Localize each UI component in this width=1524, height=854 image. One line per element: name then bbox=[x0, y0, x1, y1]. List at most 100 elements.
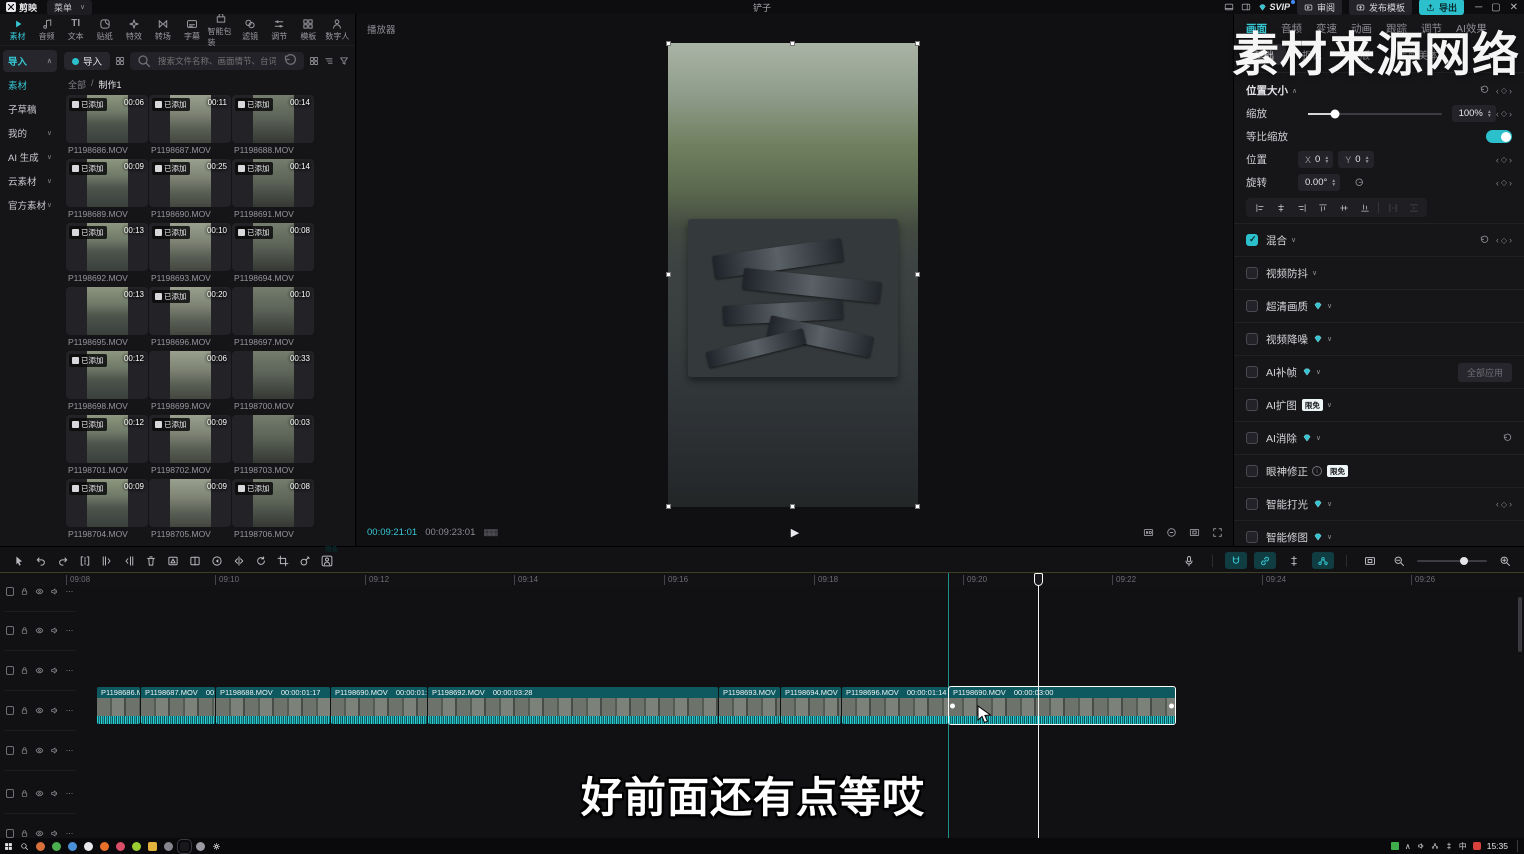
align-left-icon[interactable] bbox=[1250, 200, 1269, 215]
timeline-clip[interactable]: P1198690.MOV 00:00:01:09 bbox=[331, 687, 427, 724]
keyframe-controls[interactable]: ‹◇› bbox=[1496, 155, 1512, 165]
keyframe-controls[interactable]: ‹◇› bbox=[1496, 178, 1512, 188]
uniform-scale-toggle[interactable] bbox=[1486, 130, 1512, 143]
timeline-clip[interactable]: P1198694.MOV 00: bbox=[781, 687, 841, 724]
sidebar-item[interactable]: 我的 ∨ bbox=[3, 122, 57, 144]
taskbar-app-icon[interactable] bbox=[148, 842, 157, 851]
section-checkbox[interactable] bbox=[1246, 333, 1258, 345]
lock-icon[interactable] bbox=[20, 746, 29, 755]
media-item[interactable]: 已添加 00:08 P1198706.MOV bbox=[232, 479, 314, 539]
transform-handle[interactable] bbox=[790, 504, 795, 509]
tray-alert-icon[interactable] bbox=[1473, 842, 1481, 850]
rotate-value-box[interactable]: 0.00° ▲▼ bbox=[1298, 174, 1340, 191]
more-icon[interactable] bbox=[65, 829, 74, 838]
media-item[interactable]: 已添加 00:06 P1198686.MOV bbox=[66, 95, 148, 155]
lock-icon[interactable] bbox=[20, 789, 29, 798]
section-checkbox[interactable] bbox=[1246, 234, 1258, 246]
reset-icon[interactable] bbox=[1479, 235, 1490, 246]
svip-badge[interactable]: SVIP bbox=[1258, 2, 1291, 12]
sort-icon[interactable] bbox=[324, 56, 334, 66]
transform-handle[interactable] bbox=[915, 272, 920, 277]
collapse-icon[interactable]: ∧ bbox=[1292, 87, 1297, 95]
lock-icon[interactable] bbox=[20, 587, 29, 596]
settings-gear-icon[interactable] bbox=[212, 842, 221, 851]
timeline-tool-icon[interactable] bbox=[272, 555, 294, 567]
apply-all-button[interactable]: 全部应用 bbox=[1458, 363, 1512, 382]
close-button[interactable]: ✕ bbox=[1510, 2, 1518, 13]
ribbon-tab[interactable]: 音频 bbox=[33, 17, 60, 42]
media-item[interactable]: 已添加 00:14 P1198691.MOV bbox=[232, 159, 314, 219]
chevron-down-icon[interactable]: ∨ bbox=[1312, 269, 1317, 277]
mute-icon[interactable] bbox=[50, 626, 59, 635]
view-grid-icon[interactable] bbox=[309, 56, 319, 66]
transform-handle[interactable] bbox=[790, 41, 795, 46]
visibility-icon[interactable] bbox=[35, 829, 44, 838]
sidebar-item[interactable]: 官方素材 ∨ bbox=[3, 194, 57, 216]
tray-app-icon[interactable] bbox=[1431, 842, 1439, 850]
ribbon-tab[interactable]: 调节 bbox=[266, 17, 293, 42]
media-item[interactable]: 已添加 00:33 P1198700.MOV bbox=[232, 351, 314, 411]
playhead-handle[interactable] bbox=[1034, 573, 1043, 586]
media-item[interactable]: 已添加 00:12 P1198698.MOV bbox=[66, 351, 148, 411]
visibility-icon[interactable] bbox=[35, 789, 44, 798]
timeline-clip[interactable]: P1198686.MOV bbox=[97, 687, 140, 724]
menu-button[interactable]: 菜单 ∨ bbox=[47, 0, 92, 15]
more-icon[interactable] bbox=[65, 746, 74, 755]
maximize-button[interactable]: ▢ bbox=[1491, 2, 1500, 13]
media-item[interactable]: 已添加 00:20 P1198696.MOV bbox=[149, 287, 231, 347]
mute-icon[interactable] bbox=[50, 666, 59, 675]
snap-toggle-icon[interactable] bbox=[1225, 552, 1247, 569]
media-item[interactable]: 已添加 00:08 P1198694.MOV bbox=[232, 223, 314, 283]
timeline-tool-icon[interactable] bbox=[294, 555, 316, 567]
sidebar-item[interactable]: AI 生成 ∨ bbox=[3, 146, 57, 168]
sidebar-item[interactable]: 云素材 ∨ bbox=[3, 170, 57, 192]
chevron-down-icon[interactable]: ∨ bbox=[1316, 434, 1321, 442]
preview-axis-dropdown-icon[interactable] bbox=[1283, 555, 1305, 567]
import-button[interactable]: 导入 bbox=[64, 52, 110, 70]
review-button[interactable]: 审阅 bbox=[1297, 0, 1342, 15]
timeline-tool-icon[interactable] bbox=[74, 555, 96, 567]
taskbar-app-icon[interactable] bbox=[100, 842, 109, 851]
chevron-down-icon[interactable]: ∨ bbox=[1291, 236, 1296, 244]
render-preview-dropdown-icon[interactable] bbox=[1312, 552, 1334, 569]
chevron-down-icon[interactable]: ∨ bbox=[1327, 533, 1332, 541]
visibility-icon[interactable] bbox=[35, 626, 44, 635]
align-center-horizontal-icon[interactable] bbox=[1271, 200, 1290, 215]
trim-handle-left[interactable] bbox=[950, 703, 955, 708]
more-icon[interactable] bbox=[65, 626, 74, 635]
taskbar-app-icon[interactable] bbox=[52, 842, 61, 851]
scale-slider[interactable] bbox=[1308, 113, 1442, 115]
timeline-tool-icon[interactable] bbox=[228, 555, 250, 567]
start-button-icon[interactable] bbox=[4, 842, 13, 851]
rotate-knob-icon[interactable] bbox=[1354, 177, 1365, 188]
mute-icon[interactable] bbox=[50, 706, 59, 715]
stepper-icon[interactable]: ▲▼ bbox=[1324, 156, 1329, 164]
section-checkbox[interactable] bbox=[1246, 465, 1258, 477]
mute-icon[interactable] bbox=[50, 746, 59, 755]
refresh-icon[interactable] bbox=[282, 53, 298, 69]
sidebar-item[interactable]: 导入 ∧ bbox=[3, 50, 57, 72]
layout-toggle-icon[interactable] bbox=[1224, 2, 1234, 12]
timeline-tool-icon[interactable] bbox=[52, 555, 74, 567]
video-canvas[interactable] bbox=[668, 43, 918, 507]
timeline-tool-icon[interactable] bbox=[96, 555, 118, 567]
align-right-icon[interactable] bbox=[1292, 200, 1311, 215]
scale-value-box[interactable]: 100% ▲▼ bbox=[1452, 105, 1496, 122]
ribbon-tab[interactable]: 贴纸 bbox=[91, 17, 118, 42]
section-checkbox[interactable] bbox=[1246, 498, 1258, 510]
chevron-down-icon[interactable]: ∨ bbox=[1316, 368, 1321, 376]
mute-icon[interactable] bbox=[50, 789, 59, 798]
section-checkbox[interactable] bbox=[1246, 399, 1258, 411]
import-grid-icon[interactable] bbox=[115, 56, 125, 66]
lock-icon[interactable] bbox=[20, 666, 29, 675]
timeline-tool-icon[interactable]: 限免 bbox=[316, 555, 338, 567]
keyframe-controls[interactable]: ‹◇› bbox=[1496, 499, 1512, 509]
timeline-clip[interactable]: P1198692.MOV 00:00:03:28 bbox=[428, 687, 718, 724]
timeline-clip[interactable]: P1198693.MOV 00: bbox=[719, 687, 780, 724]
timeline-zoom-slider[interactable] bbox=[1417, 560, 1487, 562]
timeline-clip[interactable]: P1198687.MOV 00:00:0 bbox=[141, 687, 215, 724]
media-item[interactable]: 已添加 00:14 P1198688.MOV bbox=[232, 95, 314, 155]
search-input[interactable] bbox=[156, 55, 278, 67]
timeline-tool-icon[interactable] bbox=[8, 555, 30, 567]
lock-icon[interactable] bbox=[20, 706, 29, 715]
